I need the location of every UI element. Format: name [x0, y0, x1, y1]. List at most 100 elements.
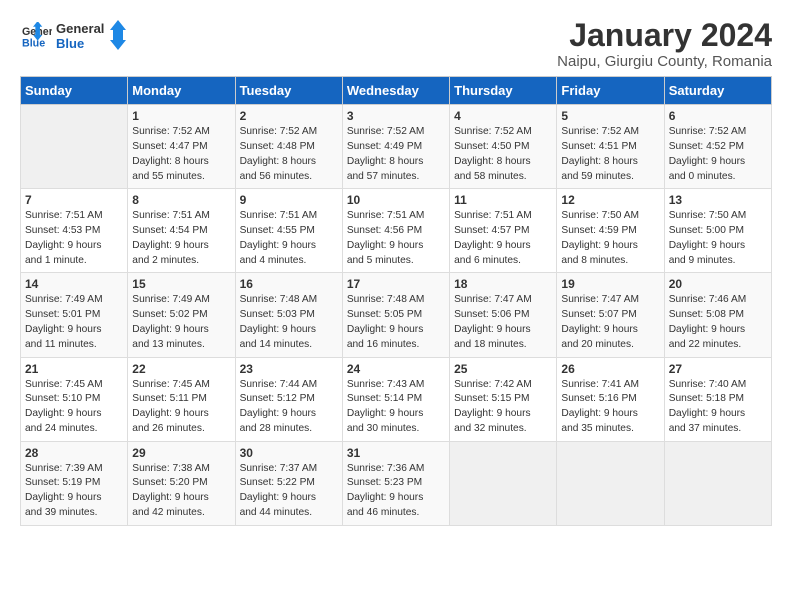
cell-info: Sunrise: 7:51 AMSunset: 4:57 PMDaylight:… — [454, 209, 552, 268]
date-number: 4 — [454, 109, 552, 123]
cell-info: Sunrise: 7:41 AMSunset: 5:16 PMDaylight:… — [561, 378, 659, 437]
day-tuesday: Tuesday — [235, 77, 342, 105]
cell-2-3: 17 Sunrise: 7:48 AMSunset: 5:05 PMDayligh… — [342, 273, 449, 357]
date-number: 3 — [347, 109, 445, 123]
cell-info: Sunrise: 7:51 AMSunset: 4:54 PMDaylight:… — [132, 209, 230, 268]
cell-info: Sunrise: 7:47 AMSunset: 5:06 PMDaylight:… — [454, 293, 552, 352]
cell-2-2: 16 Sunrise: 7:48 AMSunset: 5:03 PMDayligh… — [235, 273, 342, 357]
cell-4-6 — [664, 441, 771, 525]
cell-2-4: 18 Sunrise: 7:47 AMSunset: 5:06 PMDayligh… — [450, 273, 557, 357]
cell-info: Sunrise: 7:46 AMSunset: 5:08 PMDaylight:… — [669, 293, 767, 352]
cell-0-3: 3Sunrise: 7:52 AMSunset: 4:49 PMDaylight… — [342, 105, 449, 189]
cell-3-1: 22 Sunrise: 7:45 AMSunset: 5:11 PMDayligh… — [128, 357, 235, 441]
date-number: 15 — [132, 277, 230, 291]
date-number: 13 — [669, 193, 767, 207]
cell-info: Sunrise: 7:50 AMSunset: 5:00 PMDaylight:… — [669, 209, 767, 268]
date-number: 2 — [240, 109, 338, 123]
cell-1-2: 9Sunrise: 7:51 AMSunset: 4:55 PMDaylight… — [235, 189, 342, 273]
cell-4-0: 28 Sunrise: 7:39 AMSunset: 5:19 PMDayligh… — [21, 441, 128, 525]
cell-3-2: 23Sunrise: 7:44 AMSunset: 5:12 PMDayligh… — [235, 357, 342, 441]
cell-info: Sunrise: 7:42 AMSunset: 5:15 PMDaylight:… — [454, 378, 552, 437]
cell-3-0: 21Sunrise: 7:45 AMSunset: 5:10 PMDayligh… — [21, 357, 128, 441]
cell-1-1: 8 Sunrise: 7:51 AMSunset: 4:54 PMDaylight… — [128, 189, 235, 273]
date-number: 10 — [347, 193, 445, 207]
cell-3-3: 24Sunrise: 7:43 AMSunset: 5:14 PMDayligh… — [342, 357, 449, 441]
date-number: 29 — [132, 446, 230, 460]
date-number: 21 — [25, 362, 123, 376]
day-wednesday: Wednesday — [342, 77, 449, 105]
cell-info: Sunrise: 7:44 AMSunset: 5:12 PMDaylight:… — [240, 378, 338, 437]
svg-text:Blue: Blue — [56, 36, 84, 51]
cell-info: Sunrise: 7:48 AMSunset: 5:03 PMDaylight:… — [240, 293, 338, 352]
date-number: 26 — [561, 362, 659, 376]
date-number: 25 — [454, 362, 552, 376]
cell-2-6: 20 Sunrise: 7:46 AMSunset: 5:08 PMDayligh… — [664, 273, 771, 357]
cell-1-5: 12Sunrise: 7:50 AMSunset: 4:59 PMDayligh… — [557, 189, 664, 273]
date-number: 1 — [132, 109, 230, 123]
date-number: 20 — [669, 277, 767, 291]
date-number: 31 — [347, 446, 445, 460]
cell-info: Sunrise: 7:51 AMSunset: 4:53 PMDaylight:… — [25, 209, 123, 268]
cell-info: Sunrise: 7:39 AMSunset: 5:19 PMDaylight:… — [25, 462, 123, 521]
date-number: 27 — [669, 362, 767, 376]
cell-2-0: 14 Sunrise: 7:49 AMSunset: 5:01 PMDayligh… — [21, 273, 128, 357]
cell-4-5 — [557, 441, 664, 525]
cell-info: Sunrise: 7:40 AMSunset: 5:18 PMDaylight:… — [669, 378, 767, 437]
cell-info: Sunrise: 7:49 AMSunset: 5:01 PMDaylight:… — [25, 293, 123, 352]
date-number: 8 — [132, 193, 230, 207]
cell-4-3: 31 Sunrise: 7:36 AMSunset: 5:23 PMDayligh… — [342, 441, 449, 525]
date-number: 7 — [25, 193, 123, 207]
date-number: 30 — [240, 446, 338, 460]
week-row-1: 7 Sunrise: 7:51 AMSunset: 4:53 PMDaylight… — [21, 189, 772, 273]
date-number: 18 — [454, 277, 552, 291]
calendar-table: Sunday Monday Tuesday Wednesday Thursday… — [20, 76, 772, 526]
date-number: 16 — [240, 277, 338, 291]
title-block: January 2024 Naipu, Giurgiu County, Roma… — [557, 18, 772, 70]
day-thursday: Thursday — [450, 77, 557, 105]
cell-info: Sunrise: 7:45 AMSunset: 5:11 PMDaylight:… — [132, 378, 230, 437]
cell-0-4: 4 Sunrise: 7:52 AMSunset: 4:50 PMDaylight… — [450, 105, 557, 189]
date-number: 14 — [25, 277, 123, 291]
cell-4-4 — [450, 441, 557, 525]
week-row-3: 21Sunrise: 7:45 AMSunset: 5:10 PMDayligh… — [21, 357, 772, 441]
svg-text:General: General — [56, 21, 104, 36]
cell-0-6: 6 Sunrise: 7:52 AMSunset: 4:52 PMDaylight… — [664, 105, 771, 189]
cell-info: Sunrise: 7:49 AMSunset: 5:02 PMDaylight:… — [132, 293, 230, 352]
cell-info: Sunrise: 7:48 AMSunset: 5:05 PMDaylight:… — [347, 293, 445, 352]
cell-info: Sunrise: 7:52 AMSunset: 4:50 PMDaylight:… — [454, 125, 552, 184]
date-number: 5 — [561, 109, 659, 123]
week-row-0: 1 Sunrise: 7:52 AMSunset: 4:47 PMDaylight… — [21, 105, 772, 189]
date-number: 11 — [454, 193, 552, 207]
cell-info: Sunrise: 7:43 AMSunset: 5:14 PMDaylight:… — [347, 378, 445, 437]
cell-2-5: 19 Sunrise: 7:47 AMSunset: 5:07 PMDayligh… — [557, 273, 664, 357]
main-title: January 2024 — [557, 18, 772, 53]
cell-1-4: 11 Sunrise: 7:51 AMSunset: 4:57 PMDayligh… — [450, 189, 557, 273]
day-sunday: Sunday — [21, 77, 128, 105]
cell-info: Sunrise: 7:52 AMSunset: 4:47 PMDaylight:… — [132, 125, 230, 184]
cell-3-5: 26 Sunrise: 7:41 AMSunset: 5:16 PMDayligh… — [557, 357, 664, 441]
cell-info: Sunrise: 7:36 AMSunset: 5:23 PMDaylight:… — [347, 462, 445, 521]
date-number: 19 — [561, 277, 659, 291]
cell-0-1: 1 Sunrise: 7:52 AMSunset: 4:47 PMDaylight… — [128, 105, 235, 189]
cell-info: Sunrise: 7:52 AMSunset: 4:52 PMDaylight:… — [669, 125, 767, 184]
cell-info: Sunrise: 7:37 AMSunset: 5:22 PMDaylight:… — [240, 462, 338, 521]
date-number: 9 — [240, 193, 338, 207]
header: General Blue General Blue January 2024 N… — [20, 18, 772, 70]
day-saturday: Saturday — [664, 77, 771, 105]
cell-0-5: 5 Sunrise: 7:52 AMSunset: 4:51 PMDaylight… — [557, 105, 664, 189]
cell-3-4: 25 Sunrise: 7:42 AMSunset: 5:15 PMDayligh… — [450, 357, 557, 441]
cell-info: Sunrise: 7:52 AMSunset: 4:48 PMDaylight:… — [240, 125, 338, 184]
cell-info: Sunrise: 7:52 AMSunset: 4:51 PMDaylight:… — [561, 125, 659, 184]
cell-4-2: 30 Sunrise: 7:37 AMSunset: 5:22 PMDayligh… — [235, 441, 342, 525]
cell-info: Sunrise: 7:51 AMSunset: 4:56 PMDaylight:… — [347, 209, 445, 268]
day-monday: Monday — [128, 77, 235, 105]
svg-text:Blue: Blue — [22, 38, 45, 50]
date-number: 12 — [561, 193, 659, 207]
date-number: 6 — [669, 109, 767, 123]
date-number: 22 — [132, 362, 230, 376]
date-number: 28 — [25, 446, 123, 460]
cell-info: Sunrise: 7:47 AMSunset: 5:07 PMDaylight:… — [561, 293, 659, 352]
cell-4-1: 29Sunrise: 7:38 AMSunset: 5:20 PMDayligh… — [128, 441, 235, 525]
date-number: 17 — [347, 277, 445, 291]
week-row-4: 28 Sunrise: 7:39 AMSunset: 5:19 PMDayligh… — [21, 441, 772, 525]
